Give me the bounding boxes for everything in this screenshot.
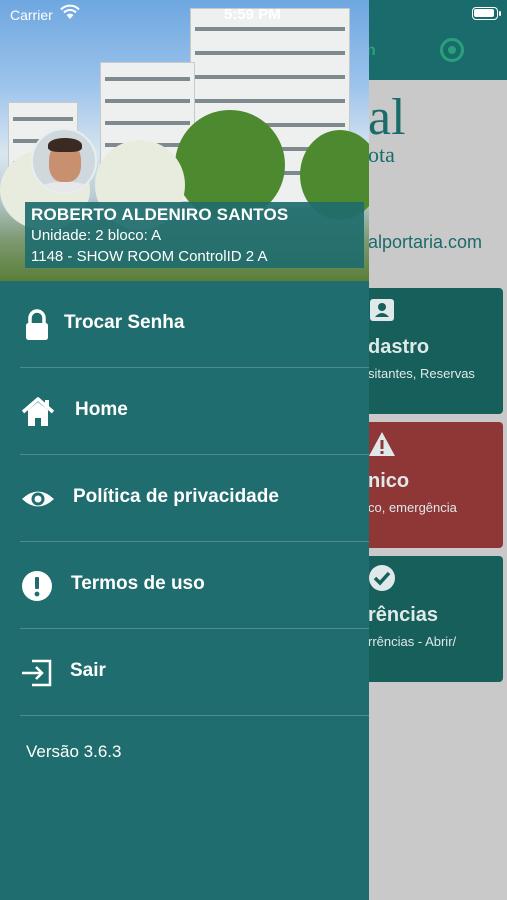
menu-item-trocar-senha[interactable]: Trocar Senha [0,281,369,368]
status-bar: Carrier 5:59 PM [0,0,507,28]
card-subtitle: rrências - Abrir/ [368,634,457,649]
menu-label: Sair [70,660,106,681]
battery-icon [472,7,501,20]
menu-item-politica-privacidade[interactable]: Política de privacidade [0,455,369,542]
user-condo: 1148 - SHOW ROOM ControlID 2 A [31,248,268,265]
card-title: rências [368,604,439,626]
id-card-icon [370,299,394,321]
settings-icon[interactable] [440,38,464,62]
menu-label: Termos de uso [71,573,205,594]
menu-item-termos-uso[interactable]: Termos de uso [0,542,369,629]
app-version: Versão 3.6.3 [26,742,122,761]
check-circle-icon [369,565,395,591]
card-title: nico [368,470,410,492]
eye-icon [22,491,54,507]
drawer-menu: Trocar Senha Home Política de privacidad… [0,281,369,716]
menu-label: Trocar Senha [64,312,185,333]
home-icon [21,397,55,426]
avatar [31,128,97,194]
user-unit: Unidade: 2 bloco: A [31,227,162,244]
sign-out-icon [22,659,52,687]
card-panico[interactable]: nico co, emergência [368,422,503,548]
divider [20,715,369,716]
warning-icon [369,432,395,456]
menu-label: Política de privacidade [73,486,279,507]
lock-icon [26,309,48,340]
carrier-label: Carrier [10,7,53,23]
card-subtitle: sitantes, Reservas [368,366,475,381]
side-drawer: ROBERTO ALDENIRO SANTOS Unidade: 2 bloco… [0,0,369,900]
menu-label: Home [75,399,128,420]
drawer-header: ROBERTO ALDENIRO SANTOS Unidade: 2 bloco… [0,0,369,281]
card-title: dastro [368,336,430,358]
card-cadastro[interactable]: dastro sitantes, Reservas [368,288,503,414]
user-info: ROBERTO ALDENIRO SANTOS Unidade: 2 bloco… [25,202,364,268]
menu-item-sair[interactable]: Sair [0,629,369,716]
logo-subtitle: ota [368,142,395,167]
card-subtitle: co, emergência [368,500,457,515]
menu-item-home[interactable]: Home [0,368,369,455]
user-name: ROBERTO ALDENIRO SANTOS [31,205,289,224]
clock: 5:59 PM [224,6,281,23]
exclamation-icon [22,571,52,601]
card-ocorrencias[interactable]: rências rrências - Abrir/ [368,556,503,682]
site-link[interactable]: alportaria.com [368,232,482,253]
wifi-icon [60,4,80,19]
logo-text: al [368,89,406,146]
